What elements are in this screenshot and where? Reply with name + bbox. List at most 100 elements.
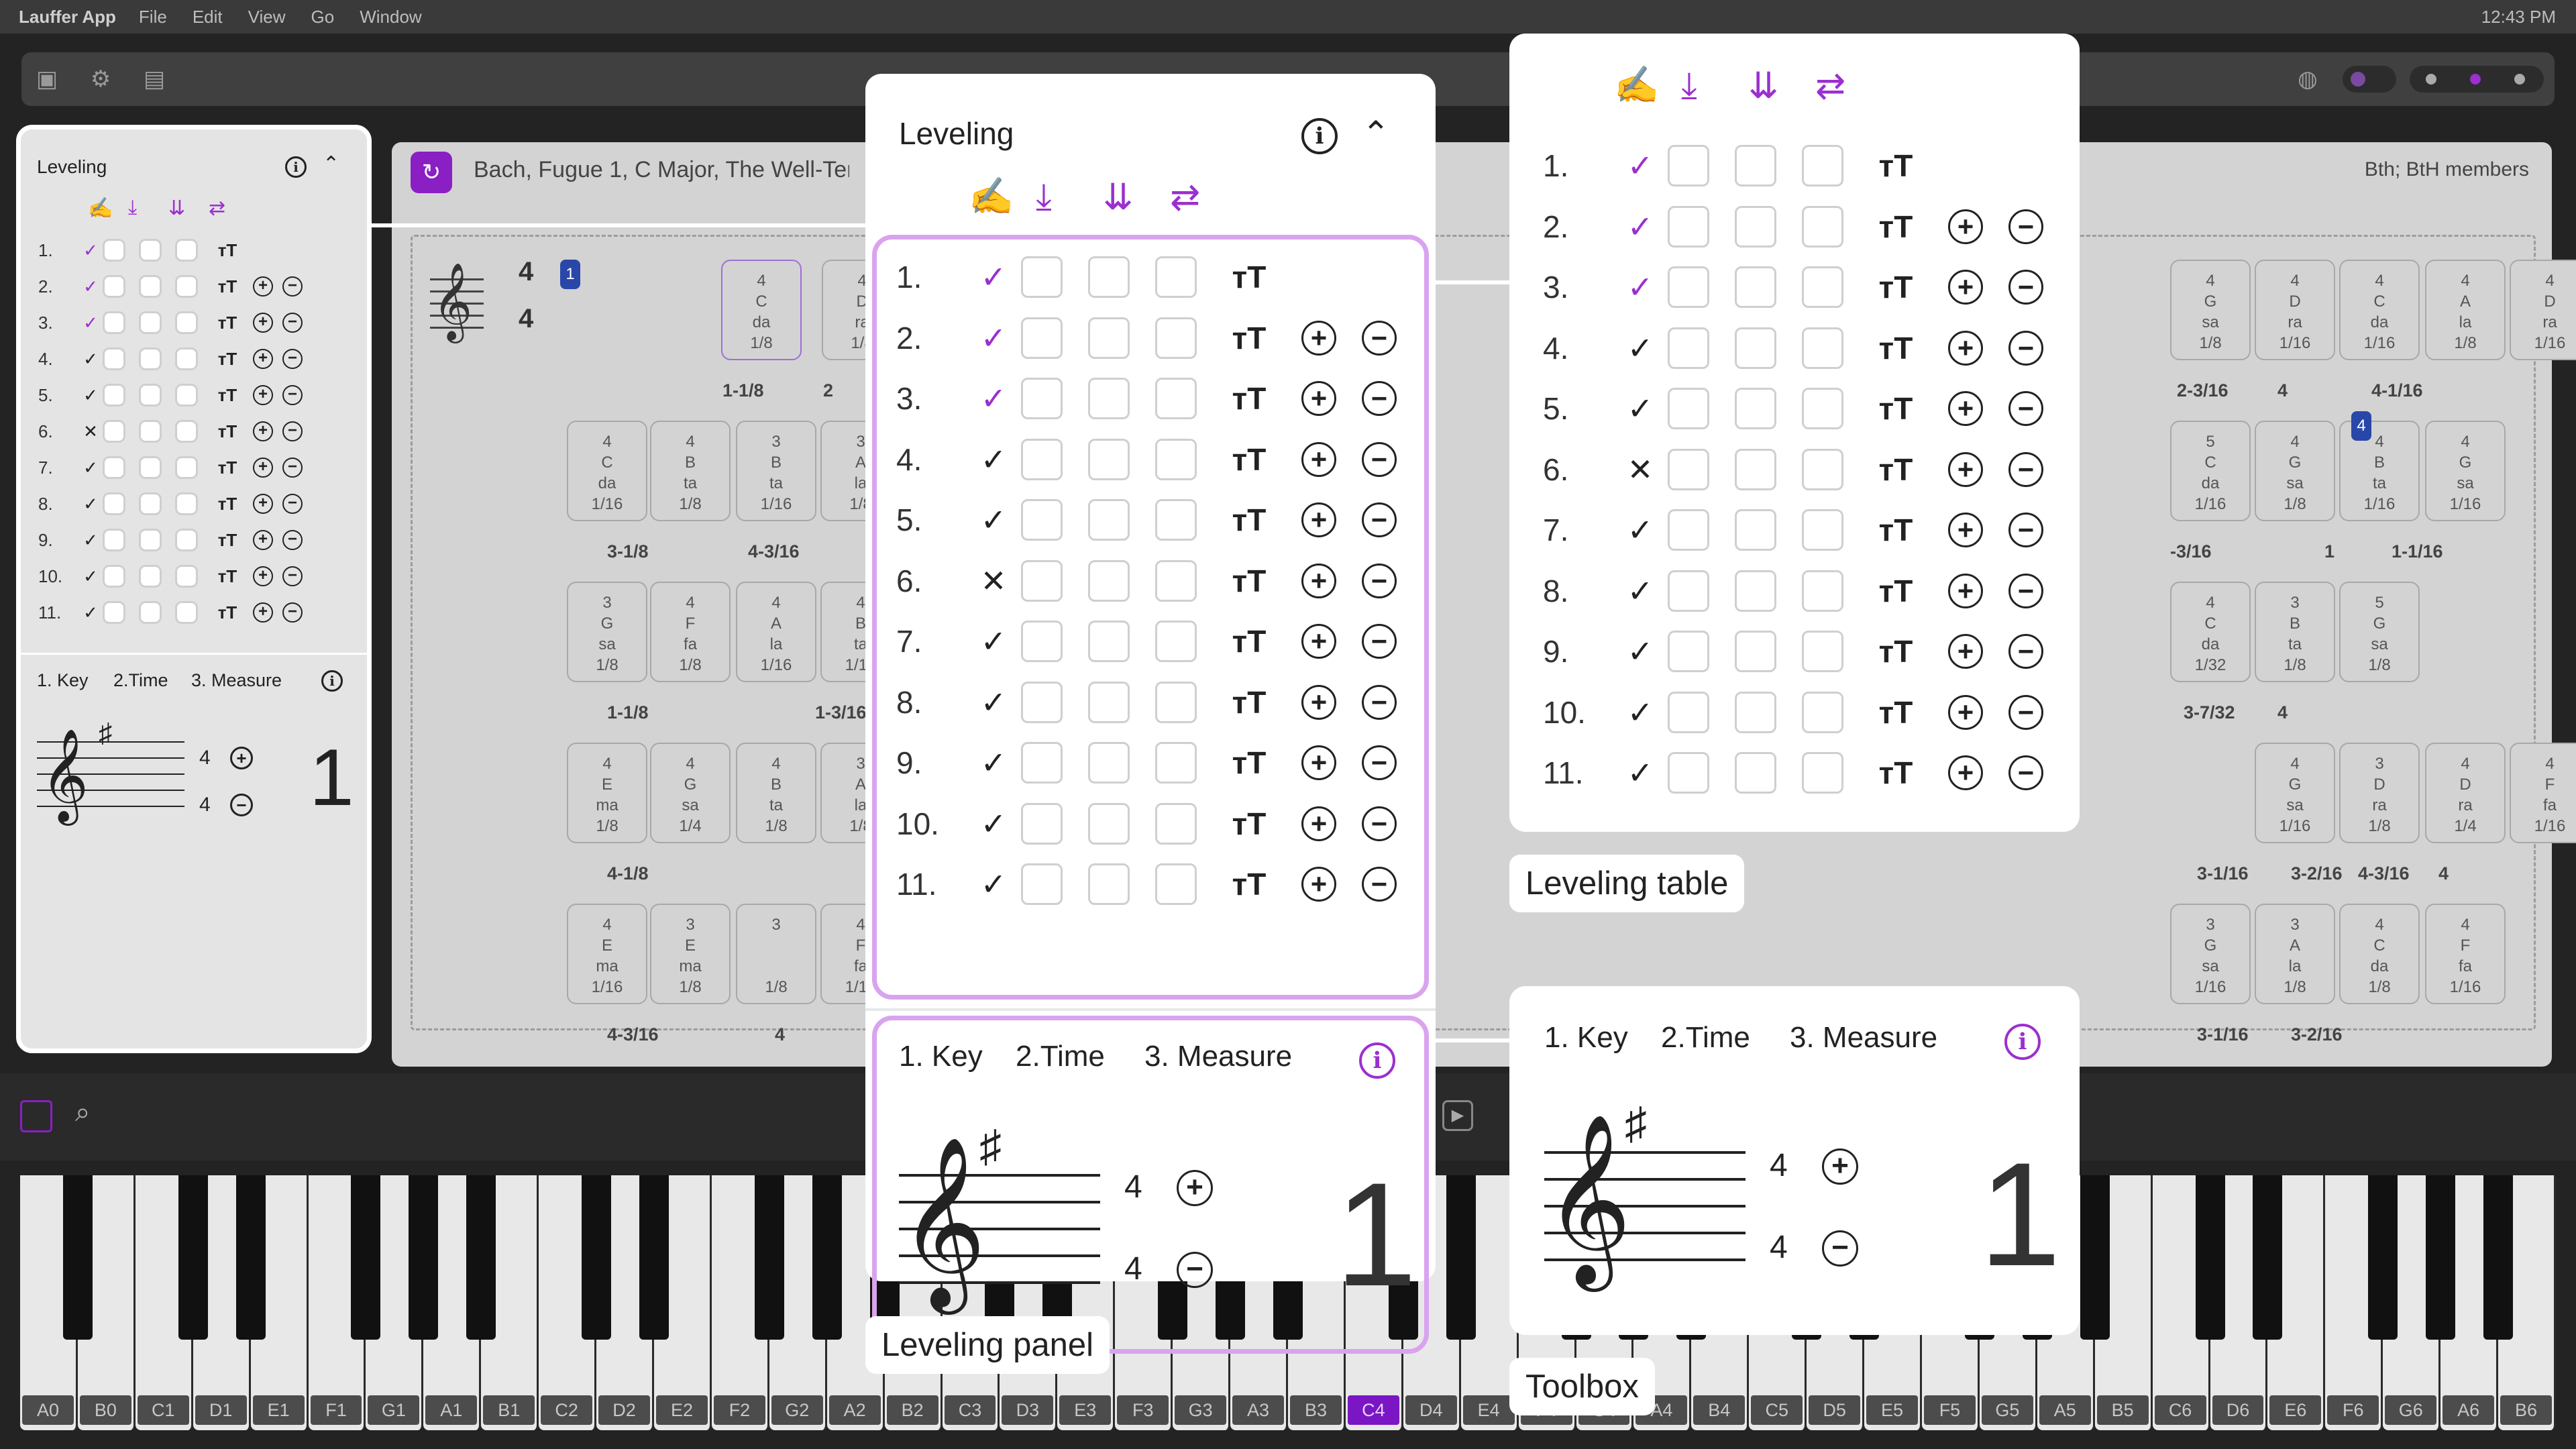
note-card[interactable]: 4 Bta 1/8 <box>736 743 816 843</box>
level-checkbox[interactable] <box>1155 559 1197 602</box>
checkmark-icon[interactable]: ✓ <box>1613 755 1668 791</box>
minus-icon[interactable]: − <box>1362 502 1397 537</box>
level-checkbox[interactable] <box>1735 388 1776 429</box>
minus-icon[interactable]: − <box>1177 1252 1213 1288</box>
piano-black-key[interactable] <box>178 1175 208 1340</box>
checkmark-icon[interactable]: ✓ <box>966 441 1021 478</box>
note-card[interactable]: 4 Dra 1/4 <box>2425 743 2506 843</box>
checkmark-icon[interactable]: ✓ <box>1613 512 1668 548</box>
play-icon[interactable]: ▶ <box>1442 1100 1473 1131</box>
info-icon[interactable]: i <box>1359 1042 1395 1079</box>
plus-icon[interactable]: + <box>1948 451 1983 487</box>
minus-icon[interactable]: − <box>282 276 303 297</box>
note-card[interactable]: 4 Ema 1/8 <box>567 743 647 843</box>
level-checkbox[interactable] <box>1735 509 1776 551</box>
hand-write-icon[interactable]: ✍ <box>1614 64 1659 107</box>
piano-black-key[interactable] <box>2483 1175 2514 1340</box>
level-checkbox[interactable] <box>175 456 198 479</box>
book-icon[interactable]: ▤ <box>140 64 169 94</box>
level-checkbox[interactable] <box>139 420 162 443</box>
level-checkbox[interactable] <box>1088 499 1130 541</box>
minus-icon[interactable]: − <box>2008 694 2043 730</box>
level-checkbox[interactable] <box>1155 802 1197 845</box>
text-size-icon[interactable]: ᴛT <box>1222 380 1276 417</box>
text-size-icon[interactable]: ᴛT <box>1869 269 1923 305</box>
plus-icon[interactable]: + <box>1301 320 1336 356</box>
minus-icon[interactable]: − <box>230 794 253 816</box>
minus-icon[interactable]: − <box>2008 209 2043 244</box>
arrow-right-left-icon[interactable]: ⇄ <box>1170 176 1200 218</box>
checkmark-icon[interactable]: ✓ <box>78 494 103 515</box>
tab-time[interactable]: 2.Time <box>113 670 168 691</box>
text-size-icon[interactable]: ᴛT <box>211 276 244 297</box>
arrow-down-up-icon[interactable]: ⤓ <box>128 197 137 219</box>
minus-icon[interactable]: − <box>2008 755 2043 790</box>
minus-icon[interactable]: − <box>282 458 303 478</box>
note-card[interactable]: 3 Bta 1/8 <box>2255 582 2335 682</box>
level-checkbox[interactable] <box>175 239 198 262</box>
tab-measure[interactable]: 3. Measure <box>191 670 282 691</box>
note-card[interactable]: 4 Ffa 1/8 <box>650 582 731 682</box>
text-size-icon[interactable]: ᴛT <box>1222 441 1276 478</box>
minus-icon[interactable]: − <box>282 349 303 369</box>
plus-icon[interactable]: + <box>1301 806 1336 841</box>
checkmark-icon[interactable]: ✓ <box>1613 694 1668 731</box>
text-size-icon[interactable]: ᴛT <box>1222 684 1276 720</box>
level-checkbox[interactable] <box>175 529 198 551</box>
double-arrow-down-icon[interactable]: ⇊ <box>168 197 185 220</box>
level-checkbox[interactable] <box>103 456 125 479</box>
text-size-icon[interactable]: ᴛT <box>211 385 244 406</box>
checkmark-icon[interactable]: ✓ <box>1613 269 1668 305</box>
level-checkbox[interactable] <box>139 529 162 551</box>
text-size-icon[interactable]: ᴛT <box>1222 623 1276 659</box>
level-checkbox[interactable] <box>103 601 125 624</box>
info-icon[interactable]: i <box>2004 1024 2041 1060</box>
zoom-icon[interactable]: ⌕ <box>75 1097 90 1128</box>
level-checkbox[interactable] <box>1155 499 1197 541</box>
text-size-icon[interactable]: ᴛT <box>211 566 244 587</box>
level-checkbox[interactable] <box>1802 145 1843 186</box>
checkmark-icon[interactable]: ✓ <box>966 806 1021 842</box>
minus-icon[interactable]: − <box>2008 330 2043 366</box>
level-checkbox[interactable] <box>175 311 198 334</box>
note-card[interactable]: 4 Dra 1/16 <box>2510 260 2576 360</box>
text-size-icon[interactable]: ᴛT <box>211 530 244 551</box>
checkmark-icon[interactable]: ✓ <box>1613 573 1668 609</box>
level-checkbox[interactable] <box>1735 266 1776 308</box>
plus-icon[interactable]: + <box>1301 867 1336 902</box>
note-card[interactable]: 5 Gsa 1/8 <box>2339 582 2420 682</box>
menu-view[interactable]: View <box>248 7 286 28</box>
checkmark-icon[interactable]: ✓ <box>78 530 103 551</box>
level-checkbox[interactable] <box>1021 378 1063 419</box>
tab-time[interactable]: 2.Time <box>1016 1040 1105 1073</box>
checkmark-icon[interactable]: ✓ <box>966 259 1021 295</box>
select-icon[interactable] <box>20 1100 52 1132</box>
level-checkbox[interactable] <box>1155 621 1197 662</box>
level-checkbox[interactable] <box>103 384 125 407</box>
minus-icon[interactable]: − <box>2008 513 2043 547</box>
level-checkbox[interactable] <box>1802 448 1843 490</box>
minus-icon[interactable]: − <box>2008 573 2043 608</box>
checkmark-icon[interactable]: ✓ <box>966 684 1021 720</box>
level-checkbox[interactable] <box>1735 691 1776 733</box>
piano-black-key[interactable] <box>2080 1175 2110 1340</box>
note-card[interactable]: 5 Cda 1/16 <box>2170 421 2251 521</box>
text-size-icon[interactable]: ᴛT <box>1222 563 1276 599</box>
plus-icon[interactable]: + <box>1301 441 1336 477</box>
piano-black-key[interactable] <box>812 1175 842 1340</box>
level-checkbox[interactable] <box>1021 499 1063 541</box>
note-card[interactable]: 4 Cda 1/8 <box>721 260 802 360</box>
piano-black-key[interactable] <box>2368 1175 2398 1340</box>
text-size-icon[interactable]: ᴛT <box>1869 390 1923 427</box>
plus-icon[interactable]: + <box>253 458 273 478</box>
level-checkbox[interactable] <box>1668 448 1709 490</box>
plus-icon[interactable]: + <box>253 276 273 297</box>
minus-icon[interactable]: − <box>2008 391 2043 426</box>
level-checkbox[interactable] <box>1155 438 1197 480</box>
note-card[interactable]: 4 Ffa 1/16 <box>2425 904 2506 1004</box>
checkmark-icon[interactable]: ✓ <box>966 502 1021 538</box>
plus-icon[interactable]: + <box>1948 634 1983 669</box>
level-checkbox[interactable] <box>1021 256 1063 298</box>
level-checkbox[interactable] <box>139 456 162 479</box>
arrow-right-left-icon[interactable]: ⇄ <box>1815 64 1845 107</box>
